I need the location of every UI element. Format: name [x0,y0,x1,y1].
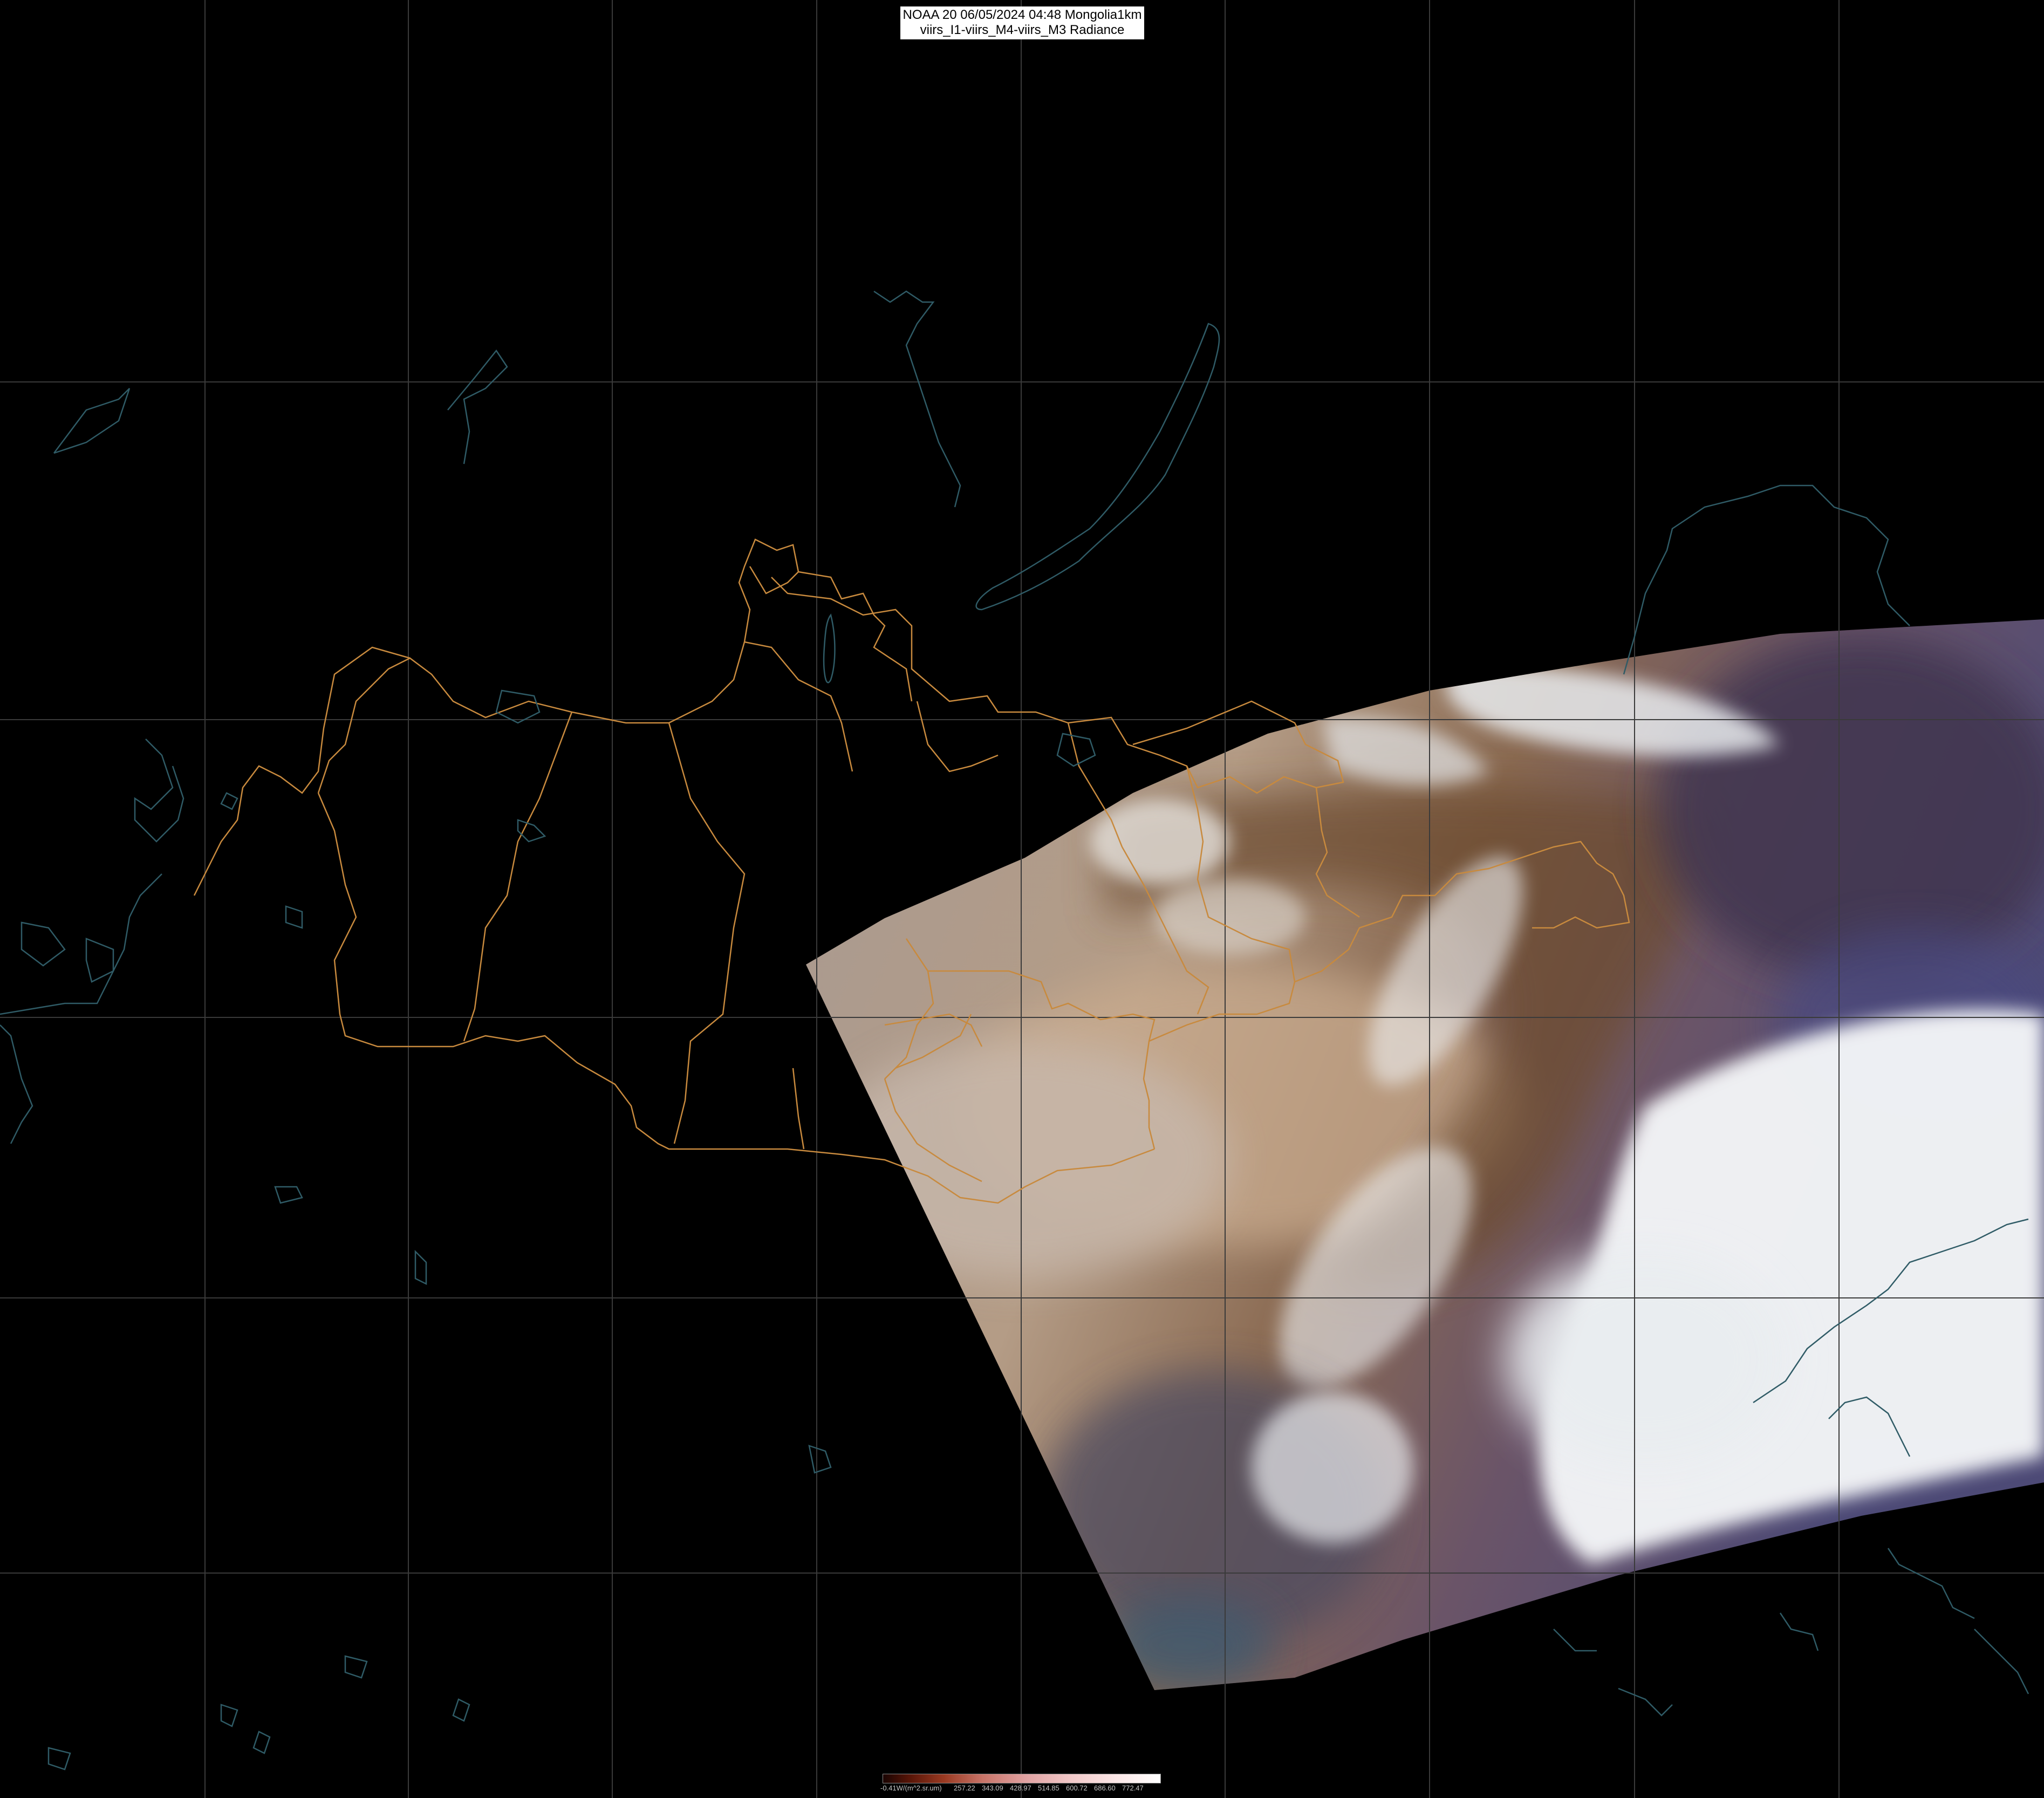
lake [414,1249,427,1286]
colorbar-tick: 514.85 [1038,1784,1059,1792]
title-line-2: viirs_I1-viirs_M4-viirs_M3 Radiance [920,23,1125,37]
colorbar-tick: 600.72 [1066,1784,1088,1792]
lake [452,1698,470,1722]
coastline [0,873,162,1015]
coastline [1618,1687,1673,1717]
lake [808,1445,832,1474]
satellite-swath [806,619,2044,1690]
lake [285,905,303,929]
lake [344,1655,368,1679]
colorbar-tick: 686.60 [1094,1784,1116,1792]
map-title: NOAA 20 06/05/2024 04:48 Mongolia1km vii… [900,6,1144,39]
coastline [1974,1629,2029,1694]
lake [274,1186,303,1204]
lake [47,1747,71,1770]
lake-khovsgol [823,613,836,683]
lake [495,689,541,724]
lake [252,1731,271,1754]
colorbar-tick: 343.09 [982,1784,1003,1792]
lake [85,938,114,983]
lake [1056,733,1096,767]
river [134,739,184,843]
coastline [1779,1612,1819,1651]
south-clouds [1252,1392,1413,1543]
satellite-map [0,0,2044,1798]
colorbar-tick: 772.47 [1122,1784,1144,1792]
cumulus [1154,879,1305,955]
coastline [1887,1548,1975,1619]
lake-baikal [975,323,1220,611]
title-line-1: NOAA 20 06/05/2024 04:48 Mongolia1km [903,8,1142,22]
cumulus [1090,798,1230,885]
lake [220,1704,238,1727]
river [873,290,961,508]
colorbar-unit-label: -0.41W/(m^2.sr.um) [880,1784,942,1792]
colorbar-tick: 428.97 [1010,1784,1031,1792]
coastline [0,1024,33,1144]
colorbar-tick: 257.22 [954,1784,975,1792]
river [447,349,508,464]
colorbar-legend: -0.41W/(m^2.sr.um) 257.22 343.09 428.97 … [880,1774,1161,1795]
lake [220,792,238,810]
lake [517,819,546,843]
colorbar-labels: -0.41W/(m^2.sr.um) 257.22 343.09 428.97 … [880,1784,1161,1793]
south-terrain-2 [1100,1597,1273,1690]
cloud-patch [1505,1252,1786,1467]
lake [20,921,66,967]
colorbar-gradient [883,1774,1161,1783]
coastline [1553,1629,1597,1652]
river [53,388,131,454]
